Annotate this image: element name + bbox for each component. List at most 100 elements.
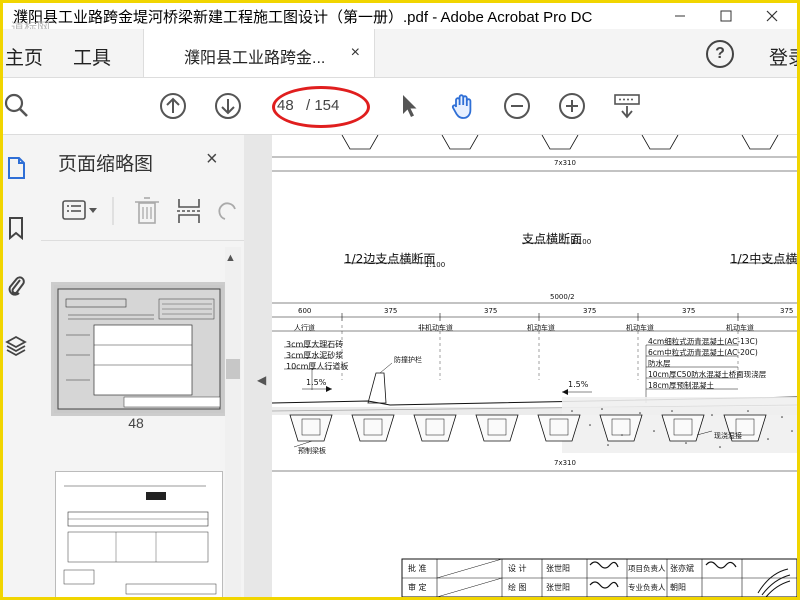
left-section-scale: 1:100	[425, 261, 446, 269]
panel-scroll-thumb[interactable]	[226, 359, 240, 379]
next-page-button[interactable]	[214, 92, 242, 120]
beam-label: 现浇湿接	[714, 432, 742, 440]
zoom-in-button[interactable]	[558, 92, 586, 120]
previous-page-button[interactable]	[159, 92, 187, 120]
hand-icon	[451, 94, 472, 119]
titleblock-cell: 张亦斌	[670, 564, 694, 573]
section-scale: 1:100	[571, 238, 592, 246]
search-icon	[4, 93, 28, 117]
minimize-icon	[675, 15, 685, 17]
tab-close-button[interactable]: ×	[351, 44, 360, 62]
scroll-mode-button[interactable]	[612, 92, 640, 120]
titleblock-cell: 朝阳	[670, 583, 686, 592]
engineering-drawing-lines	[272, 135, 797, 597]
hand-tool-button[interactable]	[449, 92, 477, 120]
bookmarks-button[interactable]	[5, 215, 27, 241]
minimize-button[interactable]	[657, 3, 703, 29]
panel-close-button[interactable]: ×	[206, 148, 218, 171]
maximize-button[interactable]	[703, 3, 749, 29]
lane-label: 机动车道	[527, 324, 555, 332]
titleblock-cell: 审 定	[408, 583, 427, 592]
lane-label: 非机动车道	[418, 324, 453, 332]
bookmark-icon	[9, 217, 23, 240]
tab-document-label: 濮阳县工业路跨金...	[184, 50, 326, 67]
trash-icon[interactable]	[135, 197, 159, 224]
layer-label: 6cm中粒式沥青混凝土(AC-20C)	[648, 348, 758, 357]
scroll-up-arrow-icon[interactable]: ▲	[225, 252, 236, 264]
dim-label: 375	[583, 307, 597, 315]
rotate-icon[interactable]	[218, 202, 236, 220]
lane-label: 机动车道	[626, 324, 654, 332]
layers-button[interactable]	[5, 333, 27, 359]
slope-label: 1.5%	[568, 380, 589, 389]
lane-label: 机动车道	[726, 324, 754, 332]
zoom-out-icon	[504, 93, 530, 119]
zoom-in-icon	[559, 93, 585, 119]
title-bar: 濮阳县工业路跨金堤河桥梁新建工程施工图设计（第一册）.pdf - Adobe A…	[3, 3, 797, 36]
thumbnail-page-49[interactable]	[55, 471, 223, 597]
drawing-dim-top: 7x310	[554, 159, 576, 167]
layer-label: 3cm厚大理石砖	[286, 340, 344, 349]
maximize-icon	[720, 10, 732, 22]
page-thumbnails-button[interactable]	[5, 155, 27, 181]
document-view[interactable]: 7x310 支点横断面 1:100 1/2边支点横断面 1:100 1/2中支点…	[272, 135, 797, 597]
layer-label: 3cm厚水泥砂浆	[286, 351, 344, 360]
dim-label: 375	[682, 307, 696, 315]
titleblock-cell: 绘 图	[508, 583, 527, 592]
dim-label: 375	[384, 307, 398, 315]
keyboard-down-icon	[614, 94, 640, 119]
select-tool-button[interactable]	[395, 92, 423, 120]
window-title: 濮阳县工业路跨金堤河桥梁新建工程施工图设计（第一册）.pdf - Adobe A…	[13, 9, 593, 26]
tab-tools[interactable]: 工具	[73, 43, 111, 70]
titleblock-cell: 批 准	[408, 564, 427, 573]
sign-in-button[interactable]: 登录	[769, 43, 797, 70]
help-button[interactable]: ?	[706, 40, 734, 68]
layers-icon	[5, 335, 27, 357]
pages-icon	[8, 157, 25, 179]
acrobat-window: 濮阳县工业路跨金堤河桥梁新建工程施工图设计（第一册）.pdf - Adobe A…	[3, 3, 797, 597]
panel-toolbar	[53, 193, 243, 229]
panel-title: 页面缩略图	[58, 154, 154, 175]
tab-home[interactable]: 主页	[5, 43, 43, 70]
main-toolbar: 48 / 154	[3, 78, 797, 135]
thumbnail-page-48[interactable]	[51, 282, 227, 416]
paperclip-icon	[8, 276, 25, 296]
panel-scrollbar[interactable]	[225, 247, 241, 597]
zoom-out-button[interactable]	[503, 92, 531, 120]
layer-label: 4cm细粒式沥青混凝土(AC-13C)	[648, 337, 758, 346]
panel-separator	[41, 240, 244, 241]
thumbnail-label: 48	[128, 415, 144, 431]
slope-label: 1.5%	[306, 378, 327, 387]
titleblock-cell: 张世阳	[546, 564, 570, 573]
cursor-arrow-icon	[403, 95, 417, 117]
options-menu-icon[interactable]	[62, 200, 97, 220]
lane-label: 人行道	[294, 324, 315, 332]
attachments-button[interactable]	[5, 273, 27, 299]
dim-label: 375	[780, 307, 794, 315]
navigation-rail	[3, 135, 42, 597]
red-annotation-oval	[272, 86, 370, 128]
layer-label: 18cm厚预制混凝土	[648, 381, 714, 390]
layer-label: 防水层	[648, 359, 671, 368]
beam-label: 预制梁板	[298, 447, 326, 455]
search-button[interactable]	[3, 92, 31, 120]
titleblock-cell: 项目负责人	[628, 564, 666, 573]
insert-page-icon[interactable]	[177, 199, 201, 223]
close-icon	[766, 10, 778, 22]
layer-label: 10cm厚人行道板	[286, 362, 349, 371]
thumbnails-panel: 页面缩略图 × 48 ▲	[41, 135, 245, 597]
panel-collapse-strip[interactable]: ◀	[244, 135, 272, 597]
collapse-arrow-icon[interactable]: ◀	[257, 373, 266, 387]
titleblock-cell: 张世阳	[546, 583, 570, 592]
tab-bar: 主页 工具 濮阳县工业路跨金... × ? 登录	[3, 29, 797, 78]
right-section-title: 1/2中支点横断	[730, 252, 797, 266]
tab-document[interactable]: 濮阳县工业路跨金... ×	[143, 29, 375, 77]
titleblock-cell: 专业负责人	[628, 583, 666, 592]
dim-label: 375	[484, 307, 498, 315]
drawing-dim-bottom: 7x310	[554, 459, 576, 467]
dim-label: 600	[298, 307, 312, 315]
close-window-button[interactable]	[749, 3, 795, 29]
layer-label: 10cm厚C50防水混凝土桥面现浇层	[648, 370, 767, 379]
left-section-title: 1/2边支点横断面	[344, 252, 436, 266]
arrow-down-circle-icon	[215, 93, 241, 119]
